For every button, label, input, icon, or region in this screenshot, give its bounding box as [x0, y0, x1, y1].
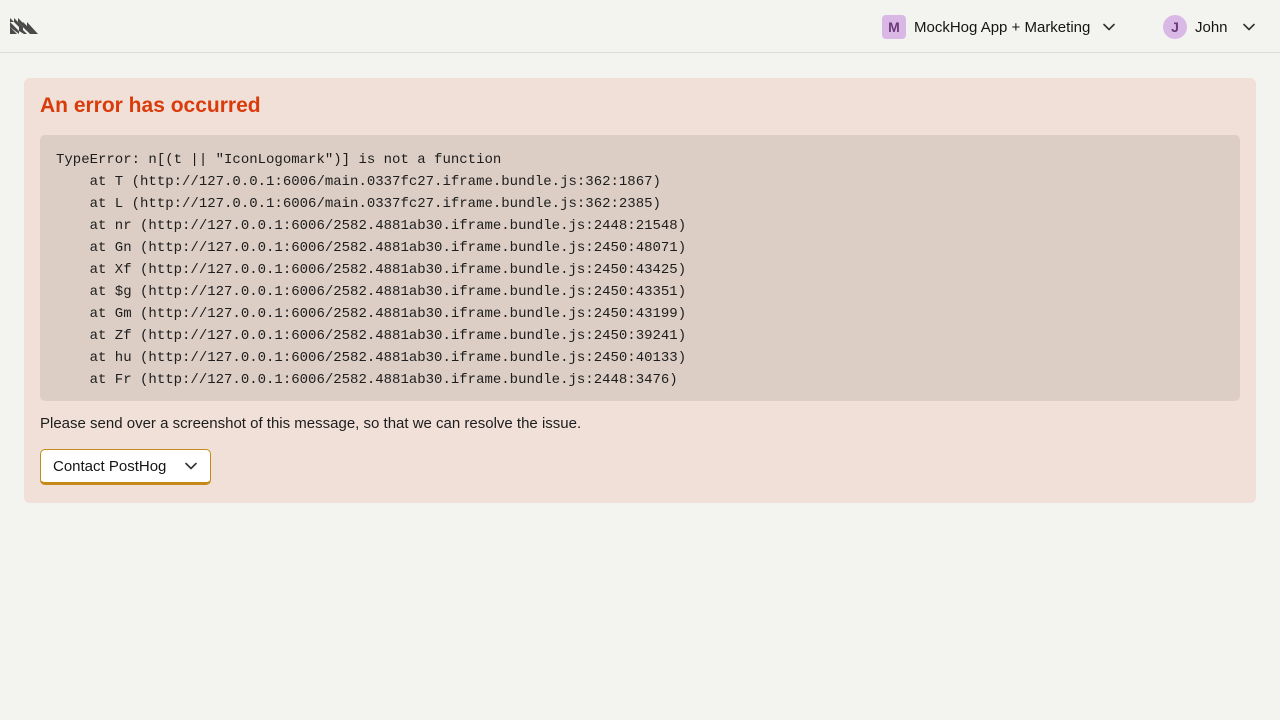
- error-title: An error has occurred: [40, 94, 261, 117]
- avatar: J: [1163, 15, 1187, 39]
- error-card: An error has occurred TypeError: n[(t ||…: [24, 78, 1256, 503]
- top-bar: M MockHog App + Marketing J John: [0, 0, 1280, 53]
- project-name: MockHog App + Marketing: [914, 18, 1091, 36]
- chevron-down-icon: [1102, 20, 1116, 34]
- stack-line: at L (http://127.0.0.1:6006/main.0337fc2…: [56, 196, 661, 212]
- stack-line: at Xf (http://127.0.0.1:6006/2582.4881ab…: [56, 262, 687, 278]
- project-switcher[interactable]: M MockHog App + Marketing: [882, 15, 1116, 39]
- stack-line: at nr (http://127.0.0.1:6006/2582.4881ab…: [56, 218, 687, 234]
- user-menu[interactable]: J John: [1163, 15, 1256, 39]
- help-text: Please send over a screenshot of this me…: [40, 415, 582, 432]
- stack-trace: TypeError: n[(t || "IconLogomark")] is n…: [40, 135, 1240, 401]
- posthog-logo-icon[interactable]: [10, 18, 38, 34]
- user-name: John: [1195, 18, 1228, 36]
- stack-line: at Gm (http://127.0.0.1:6006/2582.4881ab…: [56, 306, 687, 322]
- contact-button-label: Contact PostHog: [53, 457, 167, 475]
- stack-line: at T (http://127.0.0.1:6006/main.0337fc2…: [56, 174, 661, 190]
- chevron-down-icon: [184, 459, 198, 473]
- stack-line: at $g (http://127.0.0.1:6006/2582.4881ab…: [56, 284, 687, 300]
- stack-line: at hu (http://127.0.0.1:6006/2582.4881ab…: [56, 350, 687, 366]
- stack-line: at Zf (http://127.0.0.1:6006/2582.4881ab…: [56, 328, 687, 344]
- contact-posthog-button[interactable]: Contact PostHog: [40, 449, 211, 485]
- stack-line: at Gn (http://127.0.0.1:6006/2582.4881ab…: [56, 240, 687, 256]
- project-avatar: M: [882, 15, 906, 39]
- stack-line: TypeError: n[(t || "IconLogomark")] is n…: [56, 152, 502, 168]
- stack-line: at Fr (http://127.0.0.1:6006/2582.4881ab…: [56, 372, 678, 388]
- chevron-down-icon: [1242, 20, 1256, 34]
